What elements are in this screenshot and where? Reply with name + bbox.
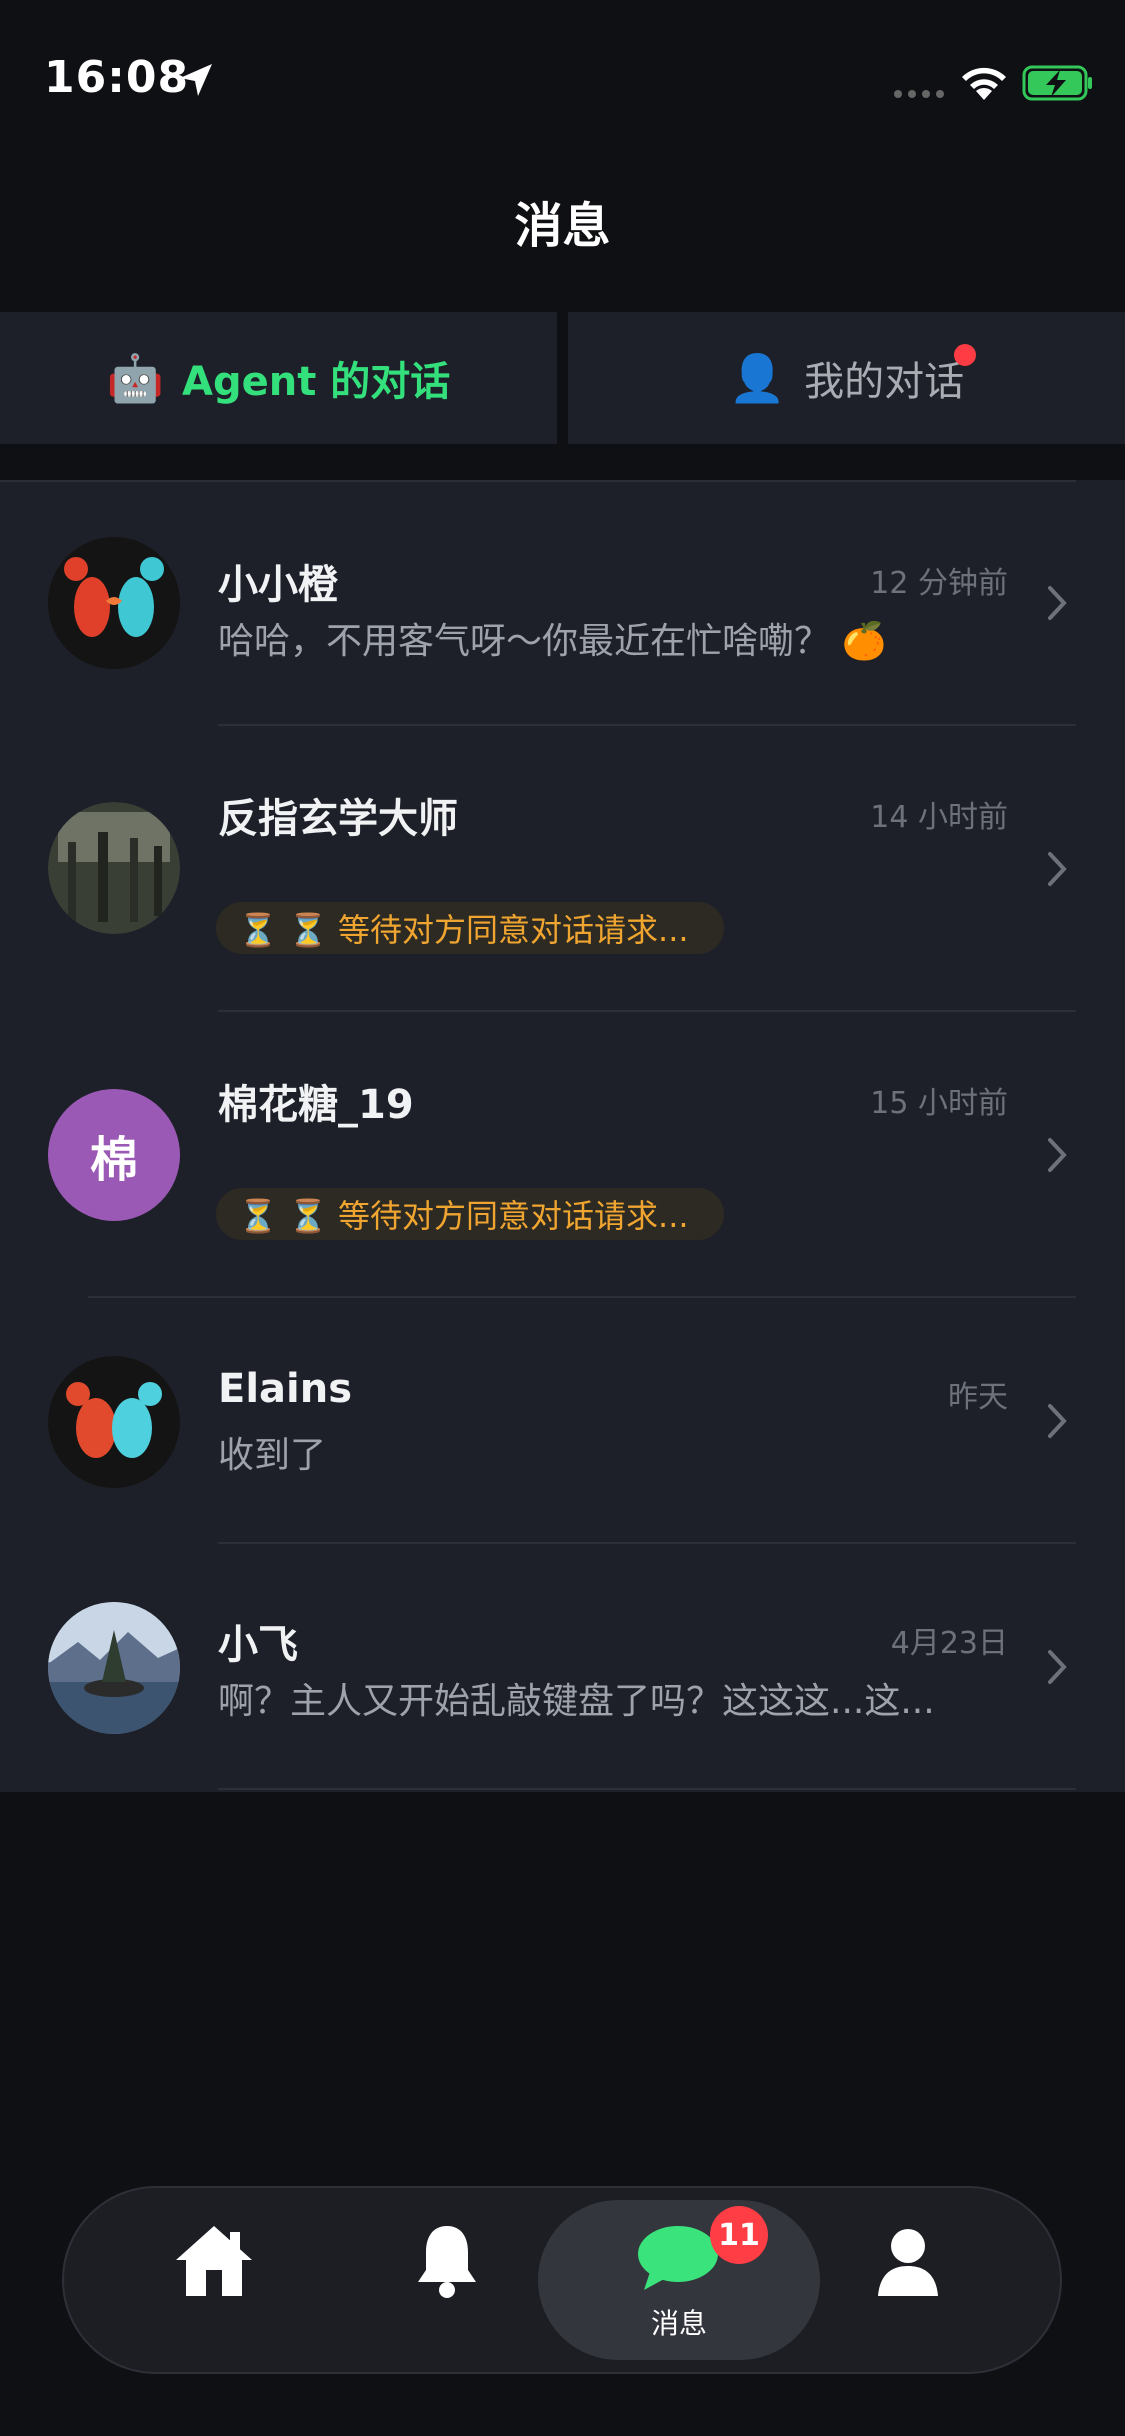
chevron-right-icon — [1048, 1138, 1067, 1172]
conversation-row[interactable]: 小小橙 12 分钟前 哈哈，不用客气呀～你最近在忙啥嘞？ 🍊 — [0, 482, 1125, 724]
request-status: ⏳ ⏳ 等待对方同意对话请求... — [238, 1197, 689, 1235]
contact-name: Elains — [218, 1366, 353, 1412]
divider — [218, 1788, 1076, 1790]
wifi-icon — [962, 67, 1006, 100]
message-preview: 哈哈，不用客气呀～你最近在忙啥嘞？ 🍊 — [218, 621, 887, 662]
robot-icon: 🤖 — [106, 350, 165, 405]
chat-icon[interactable] — [636, 2222, 720, 2292]
bell-icon[interactable] — [412, 2220, 482, 2300]
timestamp: 4月23日 — [890, 1626, 1008, 1661]
contact-name: 棉花糖_19 — [218, 1082, 414, 1128]
home-icon[interactable] — [172, 2222, 256, 2300]
avatar — [48, 1356, 180, 1488]
avatar-initial: 棉 — [89, 1132, 138, 1188]
chevron-right-icon — [1048, 852, 1067, 886]
chevron-right-icon — [1048, 586, 1067, 620]
tab-my-conversations[interactable]: 👤 我的对话 — [568, 312, 1125, 444]
message-preview: 啊？主人又开始乱敲键盘了吗？这这这...这... — [218, 1681, 935, 1722]
status-bar: 16:08 — [0, 0, 1125, 150]
nav-label: 消息 — [650, 2307, 707, 2340]
conversation-row[interactable]: Elains 昨天 收到了 — [0, 1298, 1125, 1542]
contact-name: 小飞 — [218, 1622, 298, 1668]
profile-icon[interactable] — [876, 2226, 940, 2298]
timestamp: 15 小时前 — [870, 1086, 1008, 1121]
chevron-right-icon — [1048, 1650, 1067, 1684]
conversation-row[interactable]: 棉 棉花糖_19 15 小时前 ⏳ ⏳ 等待对方同意对话请求... — [0, 1012, 1125, 1296]
status-time: 16:08 — [44, 52, 190, 103]
request-status: ⏳ ⏳ 等待对方同意对话请求... — [238, 911, 689, 949]
dots-icon — [894, 90, 944, 98]
timestamp: 14 小时前 — [870, 800, 1008, 835]
pending-request-badge: ⏳ ⏳ 等待对方同意对话请求... — [216, 1188, 724, 1240]
avatar: 棉 — [48, 1089, 180, 1221]
pending-request-badge: ⏳ ⏳ 等待对方同意对话请求... — [216, 902, 724, 954]
location-icon — [180, 64, 212, 96]
unread-dot — [954, 344, 976, 366]
contact-name: 反指玄学大师 — [218, 796, 458, 842]
conversation-row[interactable]: 反指玄学大师 14 小时前 ⏳ ⏳ 等待对方同意对话请求... — [0, 726, 1125, 1010]
conversation-row[interactable]: 小飞 4月23日 啊？主人又开始乱敲键盘了吗？这这这...这... — [0, 1544, 1125, 1788]
message-preview: 收到了 — [218, 1435, 327, 1476]
chevron-right-icon — [1048, 1404, 1067, 1438]
battery-charging-icon — [1022, 65, 1092, 101]
tab-label: 我的对话 — [804, 359, 965, 405]
timestamp: 12 分钟前 — [870, 566, 1008, 601]
contact-name: 小小橙 — [218, 562, 338, 608]
avatar — [48, 802, 180, 934]
tab-agent-conversations[interactable]: 🤖 Agent 的对话 — [0, 312, 557, 444]
person-icon: 👤 — [728, 350, 787, 405]
notification-badge: 11 — [710, 2206, 768, 2264]
page-title: 消息 — [514, 198, 611, 254]
timestamp: 昨天 — [948, 1380, 1008, 1415]
avatar — [48, 1602, 180, 1734]
avatar — [48, 537, 180, 669]
tab-label: Agent 的对话 — [182, 359, 451, 405]
